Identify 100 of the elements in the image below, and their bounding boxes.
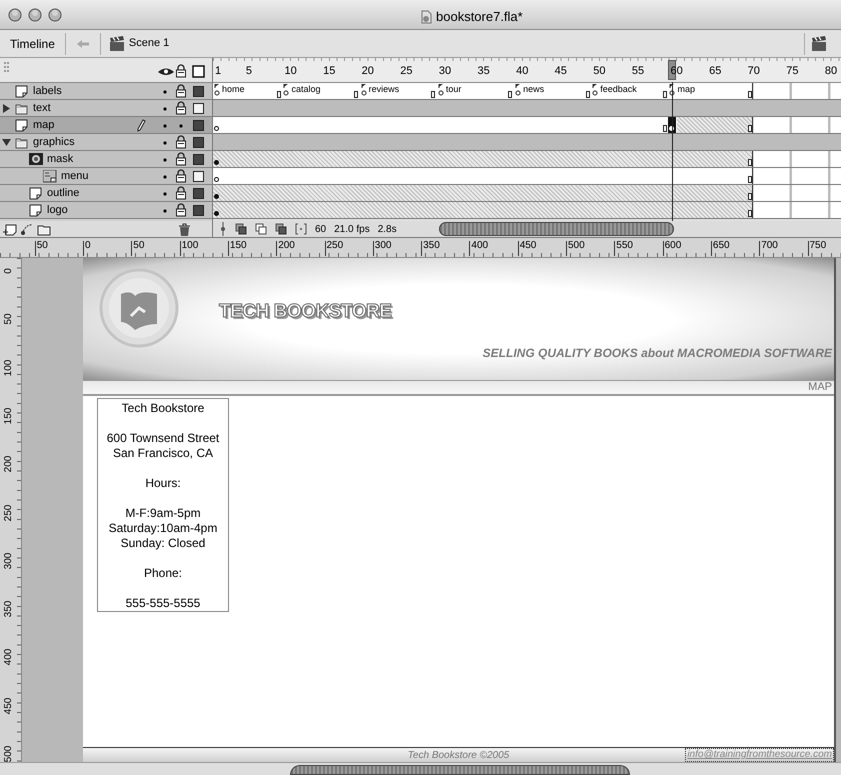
visibility-dot-icon[interactable] — [163, 192, 167, 196]
outline-color-swatch[interactable] — [193, 86, 204, 97]
eye-icon[interactable] — [157, 66, 175, 77]
end-frame-marker — [662, 125, 667, 132]
address-line: Tech Bookstore — [122, 401, 204, 416]
vertical-ruler-label: 50 — [4, 312, 14, 327]
address-line: 600 Townsend Street — [106, 431, 220, 446]
lock-icon[interactable] — [175, 135, 187, 149]
address-line: M-F:9am-5pm — [125, 506, 201, 521]
clapperboard-icon — [108, 36, 125, 52]
insert-layer-icon[interactable] — [3, 222, 17, 236]
end-frame-marker — [748, 176, 752, 183]
layer-name: graphics — [33, 136, 75, 148]
vertical-ruler-label: 100 — [4, 358, 14, 378]
window-control-icon[interactable] — [48, 8, 62, 22]
center-frame-icon[interactable] — [219, 222, 227, 236]
lock-icon[interactable] — [175, 152, 187, 166]
address-line: Sunday: Closed — [120, 536, 206, 551]
layer-row[interactable]: logo — [0, 202, 212, 219]
folder-icon — [15, 102, 29, 114]
frame-number: 30 — [438, 66, 452, 77]
outline-color-swatch[interactable] — [193, 188, 204, 199]
layer-icon — [29, 186, 43, 200]
vertical-ruler-label: 300 — [4, 551, 14, 572]
address-line: Saturday:10am-4pm — [108, 521, 218, 536]
unlocked-dot-icon[interactable] — [179, 124, 183, 128]
frame-label-flag-icon — [214, 84, 220, 96]
visibility-dot-icon[interactable] — [163, 90, 167, 94]
expanded-triangle-icon[interactable] — [2, 138, 11, 146]
back-arrow-icon — [76, 38, 90, 48]
pencil-icon — [137, 119, 146, 132]
collapsed-triangle-icon[interactable] — [2, 104, 11, 112]
layer-row[interactable]: map — [0, 117, 212, 134]
layer-row[interactable]: labels — [0, 83, 212, 100]
ruler-label: 650 — [712, 241, 730, 251]
frame-number: 50 — [593, 66, 606, 77]
scene-button[interactable]: Scene 1 — [100, 35, 178, 52]
ruler-label: 600 — [664, 241, 682, 251]
footer-text: Tech Bookstore ©2005 — [408, 748, 510, 762]
trash-icon[interactable] — [178, 223, 191, 237]
end-frame-marker — [431, 91, 436, 98]
frame-track[interactable]: home catalog reviews tour news feedback map — [213, 83, 841, 100]
visibility-dot-icon[interactable] — [163, 175, 167, 179]
frame-number: 5 — [246, 66, 252, 77]
ruler-label: 300 — [374, 241, 392, 251]
frame-number: 45 — [554, 66, 567, 77]
motion-guide-icon[interactable] — [20, 222, 34, 236]
visibility-dot-icon[interactable] — [163, 107, 167, 111]
outline-color-swatch[interactable] — [193, 103, 204, 114]
scrollbar-thumb[interactable] — [439, 222, 674, 236]
layer-name: mask — [47, 154, 74, 164]
lock-icon[interactable] — [175, 101, 187, 115]
ruler-label: 200 — [278, 241, 295, 251]
ruler-label: 50 — [36, 241, 48, 251]
visibility-dot-icon[interactable] — [163, 209, 167, 213]
scrollbar-thumb[interactable] — [290, 765, 630, 775]
ruler-label: 350 — [423, 241, 440, 251]
layer-row[interactable]: menu — [0, 168, 212, 185]
lock-icon[interactable] — [175, 186, 187, 200]
layer-row[interactable]: outline — [0, 185, 212, 202]
outline-color-swatch[interactable] — [193, 171, 204, 182]
visibility-dot-icon[interactable] — [163, 124, 167, 128]
frame-label-flag-icon — [360, 84, 367, 96]
panel-title: Timeline — [9, 36, 56, 52]
vertical-ruler-label: 0 — [4, 267, 14, 276]
layer-name: text — [33, 102, 51, 114]
ruler-label: 100 — [182, 241, 198, 251]
layer-icon — [15, 84, 29, 98]
layer-name: logo — [47, 204, 68, 216]
vertical-ruler-label: 250 — [4, 503, 14, 523]
vertical-ruler-label: 200 — [4, 454, 14, 475]
edit-frames-icon[interactable] — [275, 223, 287, 235]
outline-color-swatch[interactable] — [193, 154, 204, 165]
layer-name: outline — [47, 188, 80, 198]
outline-icon[interactable] — [192, 65, 205, 78]
visibility-dot-icon[interactable] — [163, 141, 167, 145]
lock-icon[interactable] — [175, 169, 187, 183]
lock-icon[interactable] — [175, 203, 187, 217]
onion-skin-icon[interactable] — [235, 223, 247, 235]
end-frame-marker — [748, 210, 752, 217]
layer-row[interactable]: graphics — [0, 134, 212, 151]
visibility-dot-icon[interactable] — [163, 158, 167, 162]
onion-outline-icon[interactable] — [255, 223, 267, 235]
lock-icon[interactable] — [175, 84, 187, 98]
lock-icon[interactable] — [175, 64, 187, 78]
current-frame: 60 — [315, 222, 326, 236]
outline-color-swatch[interactable] — [193, 120, 204, 131]
end-frame-marker — [748, 193, 752, 200]
layer-row[interactable]: text — [0, 100, 212, 117]
ruler-label: 0 — [85, 241, 91, 251]
onion-markers-icon[interactable] — [295, 223, 307, 235]
frame-number: 55 — [632, 66, 644, 77]
window-control-icon[interactable] — [8, 8, 22, 22]
outline-color-swatch[interactable] — [193, 137, 204, 148]
grip-icon[interactable] — [4, 62, 9, 72]
layer-row[interactable]: mask — [0, 151, 212, 168]
window-control-icon[interactable] — [28, 8, 42, 22]
end-frame-marker — [748, 125, 752, 132]
ruler-label: 700 — [761, 241, 778, 251]
outline-color-swatch[interactable] — [193, 205, 204, 216]
